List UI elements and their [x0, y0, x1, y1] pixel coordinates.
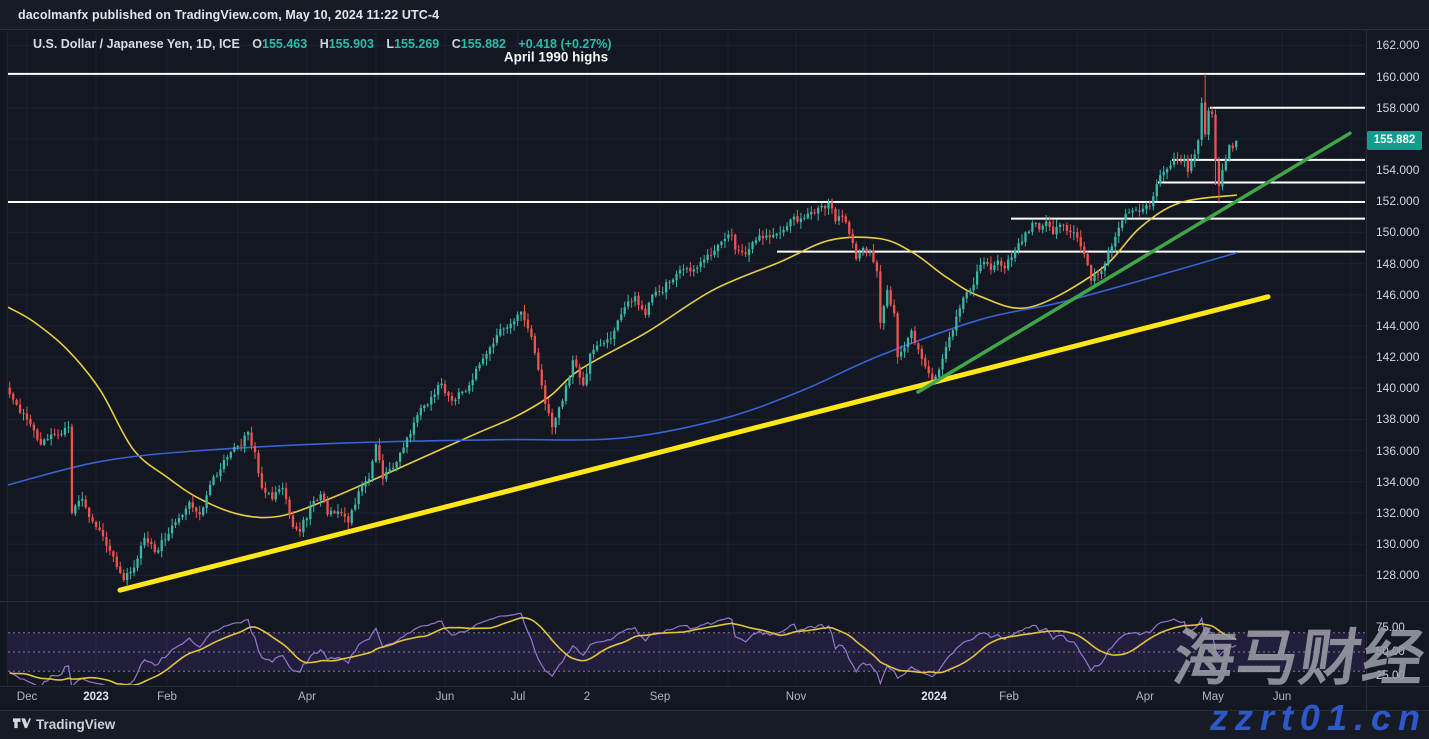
chart-canvas[interactable]: [0, 0, 1429, 739]
time-axis-tick: Jul: [511, 691, 526, 703]
price-axis-label: 138.000: [1376, 412, 1419, 426]
price-axis-label: 160.000: [1376, 70, 1419, 84]
last-price-label: 155.882: [1367, 131, 1422, 150]
time-axis-tick: Feb: [999, 691, 1019, 703]
time-axis-tick: Apr: [1136, 691, 1154, 703]
low-value: 155.269: [394, 37, 439, 51]
close-label: C: [452, 37, 461, 51]
time-axis-tick: 2: [584, 691, 590, 703]
chart-annotation: April 1990 highs: [504, 50, 608, 65]
close-value: 155.882: [461, 37, 506, 51]
price-axis-label: 158.000: [1376, 101, 1419, 115]
time-axis-tick: Apr: [298, 691, 316, 703]
price-axis-label: 154.000: [1376, 163, 1419, 177]
time-axis-tick: May: [1202, 691, 1224, 703]
price-axis-label: 136.000: [1376, 444, 1419, 458]
price-axis-label: 140.000: [1376, 381, 1419, 395]
price-axis-label: 130.000: [1376, 537, 1419, 551]
time-axis-tick: Jun: [1273, 691, 1292, 703]
price-axis-label: 148.000: [1376, 257, 1419, 271]
time-axis-tick: Feb: [157, 691, 177, 703]
price-axis-label: 134.000: [1376, 475, 1419, 489]
price-axis-label: 146.000: [1376, 288, 1419, 302]
price-axis-label: 152.000: [1376, 194, 1419, 208]
rsi-axis-label: 75.00: [1376, 622, 1405, 634]
price-axis-label: 162.000: [1376, 38, 1419, 52]
price-axis-label: 144.000: [1376, 319, 1419, 333]
open-label: O: [252, 37, 262, 51]
time-axis-tick: Sep: [650, 691, 670, 703]
time-axis-tick: 2023: [83, 691, 109, 703]
tradingview-logo-icon[interactable]: [13, 718, 31, 733]
rsi-axis-label: 25.00: [1376, 670, 1405, 682]
rsi-axis-label: 50.00: [1376, 646, 1405, 658]
tradingview-brand[interactable]: TradingView: [36, 711, 115, 739]
time-axis-tick: 2024: [921, 691, 947, 703]
time-axis-tick: Jun: [436, 691, 455, 703]
low-label: L: [386, 37, 394, 51]
time-axis-tick: Nov: [786, 691, 806, 703]
high-label: H: [320, 37, 329, 51]
price-axis-label: 150.000: [1376, 225, 1419, 239]
time-axis-tick: Dec: [17, 691, 37, 703]
footer-bar: TradingView: [0, 710, 1429, 739]
tradingview-snapshot: dacolmanfx published on TradingView.com,…: [0, 0, 1429, 739]
symbol-title: U.S. Dollar / Japanese Yen, 1D, ICE: [33, 37, 240, 51]
price-axis-label: 142.000: [1376, 350, 1419, 364]
price-axis-label: 132.000: [1376, 506, 1419, 520]
high-value: 155.903: [329, 37, 374, 51]
open-value: 155.463: [262, 37, 307, 51]
time-axis[interactable]: Dec 2023 Feb Apr Jun Jul 2 Sep Nov 2024 Feb Apr May J…: [0, 686, 1429, 710]
price-axis-label: 128.000: [1376, 568, 1419, 582]
